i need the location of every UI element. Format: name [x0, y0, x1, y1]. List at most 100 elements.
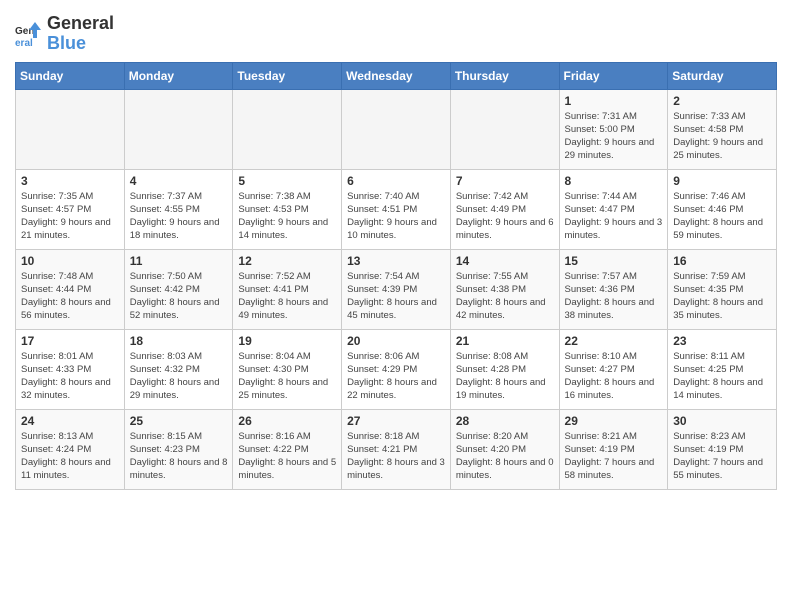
calendar-cell: 23 Sunrise: 8:11 AM Sunset: 4:25 PM Dayli… — [668, 329, 777, 409]
day-info: Sunrise: 7:48 AM Sunset: 4:44 PM Dayligh… — [21, 270, 119, 323]
header-day-friday: Friday — [559, 62, 668, 89]
day-number: 29 — [565, 414, 663, 428]
logo: Gen eral GeneralBlue — [15, 14, 114, 54]
day-number: 11 — [130, 254, 228, 268]
calendar-cell — [233, 89, 342, 169]
calendar-cell: 12 Sunrise: 7:52 AM Sunset: 4:41 PM Dayli… — [233, 249, 342, 329]
calendar-cell: 1Sunrise: 7:31 AM Sunset: 5:00 PM Daylig… — [559, 89, 668, 169]
day-info: Sunrise: 8:13 AM Sunset: 4:24 PM Dayligh… — [21, 430, 119, 483]
header-day-thursday: Thursday — [450, 62, 559, 89]
day-info: Sunrise: 8:06 AM Sunset: 4:29 PM Dayligh… — [347, 350, 445, 403]
calendar-cell — [16, 89, 125, 169]
day-number: 16 — [673, 254, 771, 268]
day-number: 5 — [238, 174, 336, 188]
day-info: Sunrise: 7:40 AM Sunset: 4:51 PM Dayligh… — [347, 190, 445, 243]
day-number: 17 — [21, 334, 119, 348]
day-number: 28 — [456, 414, 554, 428]
calendar-cell: 11 Sunrise: 7:50 AM Sunset: 4:42 PM Dayli… — [124, 249, 233, 329]
calendar-cell: 9 Sunrise: 7:46 AM Sunset: 4:46 PM Daylig… — [668, 169, 777, 249]
day-number: 12 — [238, 254, 336, 268]
day-info: Sunrise: 7:50 AM Sunset: 4:42 PM Dayligh… — [130, 270, 228, 323]
day-info: Sunrise: 8:21 AM Sunset: 4:19 PM Dayligh… — [565, 430, 663, 483]
header-day-sunday: Sunday — [16, 62, 125, 89]
day-info: Sunrise: 7:44 AM Sunset: 4:47 PM Dayligh… — [565, 190, 663, 243]
calendar-cell: 17 Sunrise: 8:01 AM Sunset: 4:33 PM Dayli… — [16, 329, 125, 409]
header-day-monday: Monday — [124, 62, 233, 89]
day-info: Sunrise: 8:20 AM Sunset: 4:20 PM Dayligh… — [456, 430, 554, 483]
day-info: Sunrise: 7:52 AM Sunset: 4:41 PM Dayligh… — [238, 270, 336, 323]
day-number: 18 — [130, 334, 228, 348]
calendar-cell: 27Sunrise: 8:18 AM Sunset: 4:21 PM Dayli… — [342, 409, 451, 489]
day-number: 26 — [238, 414, 336, 428]
day-info: Sunrise: 8:10 AM Sunset: 4:27 PM Dayligh… — [565, 350, 663, 403]
svg-text:eral: eral — [15, 38, 33, 48]
calendar-cell: 20 Sunrise: 8:06 AM Sunset: 4:29 PM Dayli… — [342, 329, 451, 409]
day-number: 20 — [347, 334, 445, 348]
day-number: 27 — [347, 414, 445, 428]
calendar-cell: 15 Sunrise: 7:57 AM Sunset: 4:36 PM Dayli… — [559, 249, 668, 329]
day-number: 21 — [456, 334, 554, 348]
day-number: 23 — [673, 334, 771, 348]
header-day-saturday: Saturday — [668, 62, 777, 89]
calendar-cell: 6 Sunrise: 7:40 AM Sunset: 4:51 PM Daylig… — [342, 169, 451, 249]
day-number: 7 — [456, 174, 554, 188]
day-info: Sunrise: 8:04 AM Sunset: 4:30 PM Dayligh… — [238, 350, 336, 403]
day-info: Sunrise: 8:08 AM Sunset: 4:28 PM Dayligh… — [456, 350, 554, 403]
day-number: 10 — [21, 254, 119, 268]
calendar-cell: 18Sunrise: 8:03 AM Sunset: 4:32 PM Dayli… — [124, 329, 233, 409]
day-number: 15 — [565, 254, 663, 268]
day-info: Sunrise: 7:35 AM Sunset: 4:57 PM Dayligh… — [21, 190, 119, 243]
header-day-wednesday: Wednesday — [342, 62, 451, 89]
calendar-cell: 13Sunrise: 7:54 AM Sunset: 4:39 PM Dayli… — [342, 249, 451, 329]
day-info: Sunrise: 7:42 AM Sunset: 4:49 PM Dayligh… — [456, 190, 554, 243]
calendar-week-row: 17 Sunrise: 8:01 AM Sunset: 4:33 PM Dayli… — [16, 329, 777, 409]
day-number: 2 — [673, 94, 771, 108]
calendar-cell: 5 Sunrise: 7:38 AM Sunset: 4:53 PM Daylig… — [233, 169, 342, 249]
day-number: 25 — [130, 414, 228, 428]
day-info: Sunrise: 7:57 AM Sunset: 4:36 PM Dayligh… — [565, 270, 663, 323]
calendar-cell — [342, 89, 451, 169]
logo-text: GeneralBlue — [47, 14, 114, 54]
day-info: Sunrise: 7:59 AM Sunset: 4:35 PM Dayligh… — [673, 270, 771, 323]
day-number: 6 — [347, 174, 445, 188]
calendar-cell: 7 Sunrise: 7:42 AM Sunset: 4:49 PM Daylig… — [450, 169, 559, 249]
day-info: Sunrise: 7:55 AM Sunset: 4:38 PM Dayligh… — [456, 270, 554, 323]
calendar-cell: 8 Sunrise: 7:44 AM Sunset: 4:47 PM Daylig… — [559, 169, 668, 249]
day-number: 8 — [565, 174, 663, 188]
calendar-table: SundayMondayTuesdayWednesdayThursdayFrid… — [15, 62, 777, 490]
header-day-tuesday: Tuesday — [233, 62, 342, 89]
day-info: Sunrise: 7:46 AM Sunset: 4:46 PM Dayligh… — [673, 190, 771, 243]
calendar-week-row: 10 Sunrise: 7:48 AM Sunset: 4:44 PM Dayli… — [16, 249, 777, 329]
day-info: Sunrise: 7:33 AM Sunset: 4:58 PM Dayligh… — [673, 110, 771, 163]
calendar-week-row: 3Sunrise: 7:35 AM Sunset: 4:57 PM Daylig… — [16, 169, 777, 249]
day-info: Sunrise: 8:01 AM Sunset: 4:33 PM Dayligh… — [21, 350, 119, 403]
calendar-cell: 4Sunrise: 7:37 AM Sunset: 4:55 PM Daylig… — [124, 169, 233, 249]
calendar-cell: 29 Sunrise: 8:21 AM Sunset: 4:19 PM Dayli… — [559, 409, 668, 489]
day-info: Sunrise: 8:15 AM Sunset: 4:23 PM Dayligh… — [130, 430, 228, 483]
calendar-week-row: 1Sunrise: 7:31 AM Sunset: 5:00 PM Daylig… — [16, 89, 777, 169]
day-info: Sunrise: 7:38 AM Sunset: 4:53 PM Dayligh… — [238, 190, 336, 243]
day-number: 22 — [565, 334, 663, 348]
day-info: Sunrise: 7:54 AM Sunset: 4:39 PM Dayligh… — [347, 270, 445, 323]
logo-icon: Gen eral — [15, 20, 43, 48]
day-number: 24 — [21, 414, 119, 428]
day-number: 4 — [130, 174, 228, 188]
calendar-cell: 3Sunrise: 7:35 AM Sunset: 4:57 PM Daylig… — [16, 169, 125, 249]
calendar-week-row: 24 Sunrise: 8:13 AM Sunset: 4:24 PM Dayli… — [16, 409, 777, 489]
calendar-cell: 10 Sunrise: 7:48 AM Sunset: 4:44 PM Dayli… — [16, 249, 125, 329]
calendar-cell: 30Sunrise: 8:23 AM Sunset: 4:19 PM Dayli… — [668, 409, 777, 489]
day-info: Sunrise: 8:11 AM Sunset: 4:25 PM Dayligh… — [673, 350, 771, 403]
calendar-cell — [450, 89, 559, 169]
calendar-cell: 22 Sunrise: 8:10 AM Sunset: 4:27 PM Dayli… — [559, 329, 668, 409]
day-info: Sunrise: 8:16 AM Sunset: 4:22 PM Dayligh… — [238, 430, 336, 483]
day-number: 30 — [673, 414, 771, 428]
calendar-cell: 25 Sunrise: 8:15 AM Sunset: 4:23 PM Dayli… — [124, 409, 233, 489]
day-number: 9 — [673, 174, 771, 188]
calendar-header-row: SundayMondayTuesdayWednesdayThursdayFrid… — [16, 62, 777, 89]
calendar-cell: 16 Sunrise: 7:59 AM Sunset: 4:35 PM Dayli… — [668, 249, 777, 329]
day-number: 14 — [456, 254, 554, 268]
calendar-cell: 21 Sunrise: 8:08 AM Sunset: 4:28 PM Dayli… — [450, 329, 559, 409]
calendar-cell: 2 Sunrise: 7:33 AM Sunset: 4:58 PM Daylig… — [668, 89, 777, 169]
day-info: Sunrise: 7:31 AM Sunset: 5:00 PM Dayligh… — [565, 110, 663, 163]
calendar-cell: 26 Sunrise: 8:16 AM Sunset: 4:22 PM Dayli… — [233, 409, 342, 489]
